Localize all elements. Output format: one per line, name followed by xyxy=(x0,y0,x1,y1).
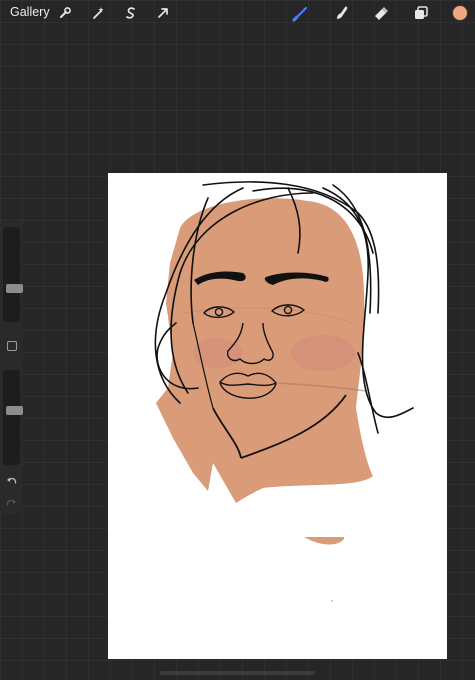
home-indicator xyxy=(160,671,315,675)
modify-square-icon[interactable] xyxy=(7,341,17,351)
gallery-button[interactable]: Gallery xyxy=(10,5,50,19)
blush-right xyxy=(291,335,355,371)
layers-icon[interactable] xyxy=(412,4,430,22)
skin-neck-patch xyxy=(304,537,344,545)
top-toolbar: Gallery xyxy=(0,0,475,26)
stray-dot xyxy=(331,600,333,602)
eraser-icon[interactable] xyxy=(372,4,390,22)
brush-icon[interactable] xyxy=(292,4,310,22)
undo-icon[interactable] xyxy=(5,475,18,487)
color-picker-swatch[interactable] xyxy=(452,5,468,21)
selection-s-icon[interactable] xyxy=(122,4,140,22)
redo-icon[interactable] xyxy=(5,497,18,509)
left-sidebar xyxy=(0,222,23,514)
transform-arrow-icon[interactable] xyxy=(154,4,172,22)
brush-size-slider[interactable] xyxy=(3,227,23,322)
wrench-icon[interactable] xyxy=(56,4,74,22)
brush-size-thumb[interactable] xyxy=(6,284,23,294)
opacity-slider[interactable] xyxy=(3,370,23,465)
portrait-sketch xyxy=(154,181,414,602)
magic-wand-icon[interactable] xyxy=(89,4,107,22)
drawing-canvas[interactable] xyxy=(108,173,447,659)
opacity-thumb[interactable] xyxy=(6,405,23,415)
smudge-icon[interactable] xyxy=(333,4,351,22)
